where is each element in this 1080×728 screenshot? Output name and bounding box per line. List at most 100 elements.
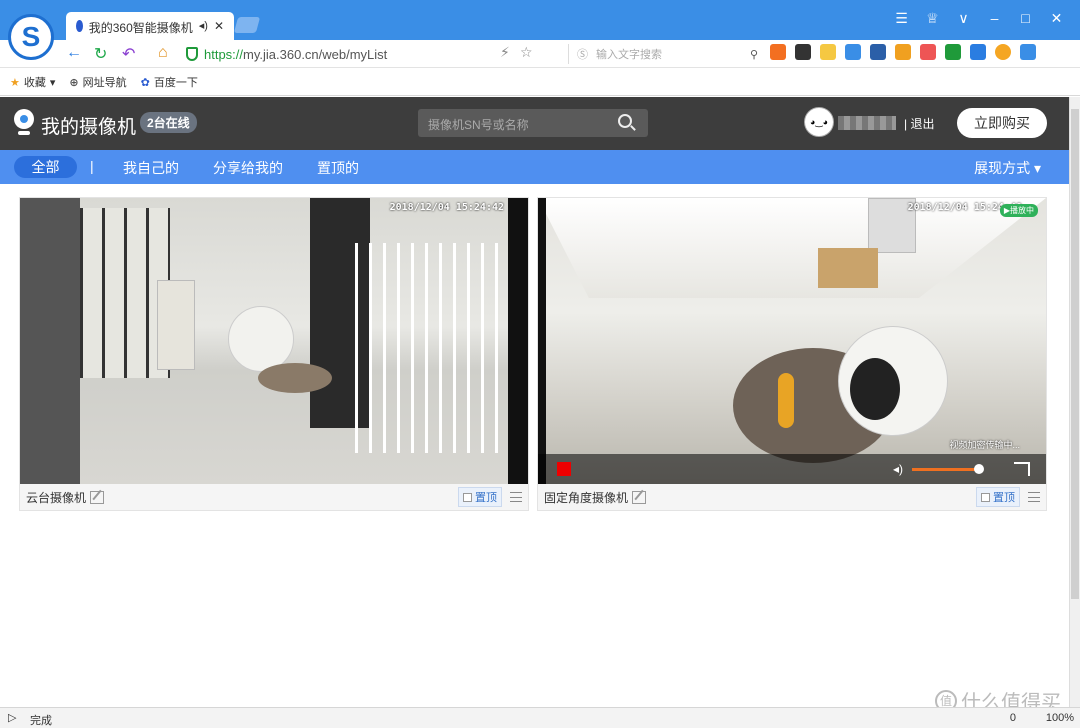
extension-icon[interactable] [920, 44, 936, 60]
refresh-icon[interactable]: ↻ [94, 44, 107, 64]
page-title: 我的摄像机 [41, 117, 137, 138]
undo-icon[interactable]: ↶ [122, 44, 135, 64]
filter-tabs: 全部 | 我自己的 分享给我的 置顶的 展现方式 ▾ [0, 150, 1069, 184]
bookmark-baidu[interactable]: ✿ 百度一下 [141, 74, 198, 90]
checkbox-icon[interactable] [463, 492, 472, 502]
zoom-level[interactable]: 100% [1046, 712, 1074, 724]
sn-search-input[interactable]: 摄像机SN号或名称 [418, 109, 648, 137]
extension-icon[interactable] [770, 44, 786, 60]
search-icon[interactable]: ⚲ [750, 48, 758, 61]
extension-icon[interactable] [995, 44, 1011, 60]
menu-icon[interactable]: ☰ [886, 10, 917, 27]
download-icon[interactable] [1020, 44, 1036, 60]
encryption-status: 视频加密传输中... [949, 440, 1020, 450]
volume-knob[interactable] [974, 464, 984, 474]
extension-icon[interactable] [895, 44, 911, 60]
camera-name: 固定角度摄像机 [544, 490, 629, 505]
fullscreen-icon[interactable] [1014, 462, 1030, 476]
status-bar: ▷ 完成 0 100% [0, 707, 1080, 728]
browser-search-placeholder: 输入文字搜索 [596, 49, 662, 61]
camera-video[interactable]: 2018/12/04 15:24:42 [20, 198, 528, 484]
username-redacted [838, 116, 896, 130]
skin-icon[interactable]: ♕ [917, 10, 948, 27]
video-scene-edge [508, 198, 528, 484]
home-icon[interactable]: ⌂ [158, 44, 168, 62]
tab-pinned[interactable]: 置顶的 [317, 158, 359, 178]
flash-icon[interactable]: ⚡ [500, 44, 510, 61]
pin-toggle[interactable]: 置顶 [976, 487, 1020, 507]
video-scene-feeder [157, 280, 195, 370]
logout-link[interactable]: | 退出 [904, 115, 934, 132]
camera-info-bar: 云台摄像机 置顶 [20, 484, 528, 510]
bookmark-nav[interactable]: ⊕ 网址导航 [69, 74, 126, 90]
tab-favicon-icon [76, 20, 83, 32]
video-scene-foodbowl [818, 248, 878, 288]
url-scheme: https:// [204, 46, 244, 62]
camera-video[interactable]: 2018/12/04 15:24:40 ▶播放中 视频加密传输中... ◂) [538, 198, 1046, 484]
extension-icons [770, 44, 1036, 60]
volume-icon[interactable]: ◂) [893, 462, 903, 476]
video-scene-window [538, 198, 1046, 298]
camera-info-bar: 固定角度摄像机 置顶 [538, 484, 1046, 510]
close-window-icon[interactable]: ✕ [1041, 10, 1072, 27]
tab-separator: | [90, 158, 94, 174]
scrollbar[interactable] [1069, 97, 1080, 707]
extension-icon[interactable] [945, 44, 961, 60]
window-controls: ☰ ♕ ∨ – □ ✕ [886, 10, 1072, 27]
avatar[interactable]: ◕‿◕ [804, 107, 834, 137]
browser-search-field[interactable]: Ⓢ 输入文字搜索 ⚲ [568, 44, 758, 64]
browser-logo[interactable]: S [8, 14, 54, 60]
search-engine-icon[interactable]: Ⓢ [577, 46, 588, 62]
tab-title: 我的360智能摄像机 [88, 21, 193, 35]
new-tab-button[interactable] [233, 17, 261, 33]
secure-shield-icon [186, 47, 198, 61]
collapse-icon[interactable]: ∨ [948, 10, 979, 27]
extension-icon[interactable] [845, 44, 861, 60]
search-icon[interactable] [618, 114, 632, 128]
bookmarks-bar: ★ 收藏 ▾ ⊕ 网址导航 ✿ 百度一下 [0, 69, 1080, 96]
status-count: 0 [1009, 712, 1016, 724]
browser-tab[interactable]: 我的360智能摄像机 ◂) ✕ [66, 12, 234, 40]
more-menu-icon[interactable] [510, 492, 522, 502]
live-badge: ▶播放中 [999, 204, 1038, 217]
display-mode-dropdown[interactable]: 展现方式 ▾ [974, 158, 1041, 178]
tab-shared[interactable]: 分享给我的 [213, 158, 283, 178]
camera-name: 云台摄像机 [26, 490, 87, 505]
app-header: 我的摄像机 2台在线 摄像机SN号或名称 ◕‿◕ | 退出 立即购买 [0, 97, 1069, 150]
tab-mine[interactable]: 我自己的 [123, 158, 179, 178]
video-timestamp: 2018/12/04 15:24:42 [389, 202, 504, 213]
minimize-icon[interactable]: – [979, 10, 1010, 27]
edit-icon[interactable] [90, 490, 105, 504]
video-controls: ◂) [538, 454, 1046, 484]
edit-icon[interactable] [632, 490, 647, 504]
speaker-icon[interactable]: ◂) [199, 19, 208, 32]
record-icon[interactable] [557, 462, 571, 476]
checkbox-icon[interactable] [981, 492, 990, 502]
video-scene-toy [778, 373, 794, 428]
scrollbar-thumb[interactable] [1071, 109, 1079, 599]
camera-logo-icon [14, 109, 34, 135]
close-tab-icon[interactable]: ✕ [214, 19, 224, 33]
extension-icon[interactable] [795, 44, 811, 60]
video-scene-gate [355, 243, 515, 453]
extension-icon[interactable] [970, 44, 986, 60]
play-icon[interactable]: ▷ [8, 711, 16, 724]
bookmark-favorites[interactable]: ★ 收藏 ▾ [10, 74, 55, 90]
volume-slider[interactable] [912, 468, 978, 471]
url-path: my.jia.360.cn/web/myList [243, 46, 388, 62]
tab-all[interactable]: 全部 [14, 156, 77, 178]
extension-icon[interactable] [820, 44, 836, 60]
video-scene-edge [538, 198, 546, 484]
video-scene-wall [20, 198, 80, 484]
extension-icon[interactable] [870, 44, 886, 60]
back-icon[interactable]: ← [66, 44, 82, 62]
buy-now-button[interactable]: 立即购买 [957, 108, 1047, 138]
video-scene-litterbox-hole [850, 358, 900, 420]
star-icon[interactable]: ☆ [520, 44, 533, 61]
camera-card: 2018/12/04 15:24:40 ▶播放中 视频加密传输中... ◂) 固… [537, 197, 1047, 511]
browser-titlebar: 我的360智能摄像机 ◂) ✕ ☰ ♕ ∨ – □ ✕ [0, 0, 1080, 40]
video-scene-rug [258, 363, 332, 393]
more-menu-icon[interactable] [1028, 492, 1040, 502]
maximize-icon[interactable]: □ [1010, 10, 1041, 27]
pin-toggle[interactable]: 置顶 [458, 487, 502, 507]
